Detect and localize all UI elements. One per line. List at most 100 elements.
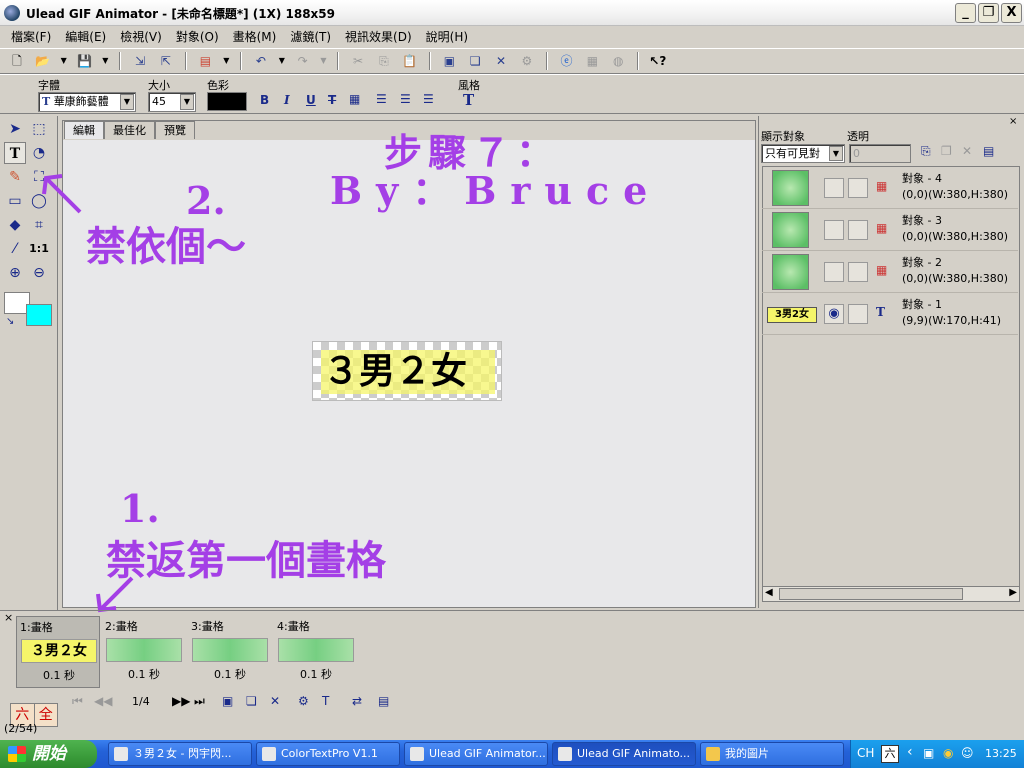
frame-delay[interactable]: 0.1 秒 — [188, 666, 272, 682]
frame-delay[interactable]: 0.1 秒 — [17, 667, 101, 683]
dropdown-arrow-icon[interactable]: ▼ — [319, 52, 327, 70]
zoom-in-tool-icon[interactable]: ⊕ — [4, 262, 26, 284]
italic-button[interactable]: I — [284, 93, 290, 107]
first-frame-icon[interactable]: ⏮ — [72, 694, 83, 709]
align-right-icon[interactable]: ☰ — [423, 92, 434, 106]
eye-icon[interactable]: ◉ — [824, 304, 844, 324]
object-row[interactable]: ▦ 對象 - 3 (0,0)(W:380,H:380) — [762, 209, 1018, 251]
web-icon[interactable]: ◍ — [609, 52, 627, 70]
reverse-frames-icon[interactable]: ⇄ — [352, 694, 362, 708]
close-icon[interactable]: × — [4, 611, 13, 624]
canvas-image[interactable]: ３男２女 — [312, 341, 502, 401]
size-select[interactable]: 45 ▼ — [148, 92, 196, 112]
dropdown-arrow-icon[interactable]: ▼ — [101, 52, 109, 70]
scroll-thumb[interactable] — [779, 588, 963, 600]
undo-icon[interactable]: ↶ — [252, 52, 270, 70]
tab-edit[interactable]: 編輯 — [64, 121, 104, 139]
eraser-tool-icon[interactable]: ▭ — [4, 190, 26, 212]
save-icon[interactable]: 💾 — [75, 52, 93, 70]
banner-text-icon[interactable]: T — [322, 694, 329, 708]
menu-file[interactable]: 檔案(F) — [4, 28, 58, 45]
taskbar-item[interactable]: ColorTextPro V1.1 — [256, 742, 400, 766]
menu-help[interactable]: 說明(H) — [419, 28, 475, 45]
menu-filter[interactable]: 濾鏡(T) — [283, 28, 338, 45]
delete-object-icon[interactable]: ✕ — [962, 144, 972, 158]
open-folder-icon[interactable]: 📂 — [34, 52, 52, 70]
taskbar-item[interactable]: ３男２女 - 閃宇閃... — [108, 742, 252, 766]
add-frame-icon[interactable]: ▣ — [222, 694, 233, 708]
duplicate-frame-icon[interactable]: ❏ — [246, 694, 257, 708]
strikethrough-button[interactable]: T — [328, 93, 336, 107]
start-button[interactable]: 開始 — [0, 740, 97, 768]
text-color-swatch[interactable] — [207, 92, 247, 111]
tab-optimize[interactable]: 最佳化 — [104, 121, 155, 139]
chevron-down-icon[interactable]: ▼ — [829, 146, 843, 161]
close-button[interactable]: X — [1001, 3, 1022, 23]
messenger-icon[interactable]: ☺ — [961, 746, 974, 760]
object-properties-icon[interactable]: ▤ — [983, 144, 994, 158]
scroll-left-icon[interactable]: ◀ — [765, 587, 773, 598]
rotate-tool-icon[interactable]: ◔ — [28, 142, 50, 164]
frame-properties-icon[interactable]: ▤ — [378, 694, 389, 708]
security-icon[interactable]: ◉ — [943, 746, 953, 760]
cut-icon[interactable]: ✂ — [349, 52, 367, 70]
align-left-icon[interactable]: ☰ — [376, 92, 387, 106]
ulead-app-icon[interactable] — [4, 5, 20, 21]
menu-edit[interactable]: 編輯(E) — [58, 28, 113, 45]
dropdown-arrow-icon[interactable]: ▼ — [222, 52, 230, 70]
frame-item-2[interactable]: 2:畫格 0.1 秒 — [102, 616, 186, 688]
browser-preview-icon[interactable]: ⓔ — [558, 52, 576, 70]
tween-icon[interactable]: ⚙ — [298, 694, 309, 708]
show-objects-select[interactable]: 只有可見對 ▼ — [761, 144, 845, 163]
swap-colors-icon[interactable]: ↘ — [6, 316, 14, 327]
visibility-toggle[interactable] — [824, 220, 844, 240]
horizontal-scrollbar[interactable]: ◀ ▶ — [762, 586, 1020, 602]
network-icon[interactable]: ▣ — [923, 746, 934, 760]
object-row[interactable]: ▦ 對象 - 2 (0,0)(W:380,H:380) — [762, 251, 1018, 293]
scroll-right-icon[interactable]: ▶ — [1009, 587, 1017, 598]
text-style-icon[interactable]: T — [463, 91, 474, 109]
marquee-tool-icon[interactable]: ⬚ — [28, 118, 50, 140]
lock-toggle[interactable] — [848, 178, 868, 198]
visibility-toggle[interactable] — [824, 178, 844, 198]
close-icon[interactable]: × — [1009, 116, 1017, 127]
text-effect-icon[interactable]: ▦ — [349, 92, 360, 106]
secondary-color-swatch[interactable] — [26, 304, 52, 326]
tab-preview[interactable]: 預覽 — [155, 121, 195, 139]
previous-frame-icon[interactable]: ◀◀ — [94, 694, 112, 708]
tween-icon[interactable]: ⚙ — [518, 52, 536, 70]
menu-frame[interactable]: 畫格(M) — [226, 28, 284, 45]
zoom-out-tool-icon[interactable]: ⊖ — [28, 262, 50, 284]
brush-tool-icon[interactable]: ✎ — [4, 166, 26, 188]
lock-toggle[interactable] — [848, 304, 868, 324]
font-select[interactable]: T 華康飾藝體 ▼ — [38, 92, 136, 112]
pick-tool-icon[interactable]: ➤ — [4, 118, 26, 140]
color-palette-icon[interactable]: ▤ — [196, 52, 214, 70]
new-object-icon[interactable]: ⎘ — [921, 144, 931, 159]
frame-item-4[interactable]: 4:畫格 0.1 秒 — [274, 616, 358, 688]
delete-frame-icon[interactable]: ✕ — [270, 694, 280, 708]
frame-item-3[interactable]: 3:畫格 0.1 秒 — [188, 616, 272, 688]
new-file-icon[interactable]: 🗋 — [8, 52, 26, 70]
show-hidden-icons-chevron-icon[interactable]: ‹ — [907, 744, 913, 760]
paste-icon[interactable]: 📋 — [401, 52, 419, 70]
eyedropper-tool-icon[interactable]: ⁄ — [4, 238, 26, 260]
copy-icon[interactable]: ⎘ — [375, 52, 393, 70]
lock-toggle[interactable] — [848, 262, 868, 282]
restore-button[interactable]: ❐ — [978, 3, 999, 23]
actual-size-tool-icon[interactable]: 1:1 — [28, 238, 50, 260]
delete-frame-icon[interactable]: ✕ — [492, 52, 510, 70]
bold-button[interactable]: B — [260, 93, 269, 107]
fill-tool-icon[interactable]: ◆ — [4, 214, 26, 236]
dropdown-arrow-icon[interactable]: ▼ — [278, 52, 286, 70]
object-row[interactable]: 3男2女 ◉ T 對象 - 1 (9,9)(W:170,H:41) — [762, 293, 1018, 335]
export-icon[interactable]: ⇱ — [157, 52, 175, 70]
menu-object[interactable]: 對象(O) — [169, 28, 226, 45]
optimize-icon[interactable]: ▦ — [583, 52, 601, 70]
text-tool-icon[interactable]: T — [4, 142, 26, 164]
chevron-down-icon[interactable]: ▼ — [180, 94, 194, 110]
lock-toggle[interactable] — [848, 220, 868, 240]
object-row[interactable]: ▦ 對象 - 4 (0,0)(W:380,H:380) — [762, 167, 1018, 209]
visibility-toggle[interactable] — [824, 262, 844, 282]
taskbar-item-active[interactable]: Ulead GIF Animato... — [552, 742, 696, 766]
